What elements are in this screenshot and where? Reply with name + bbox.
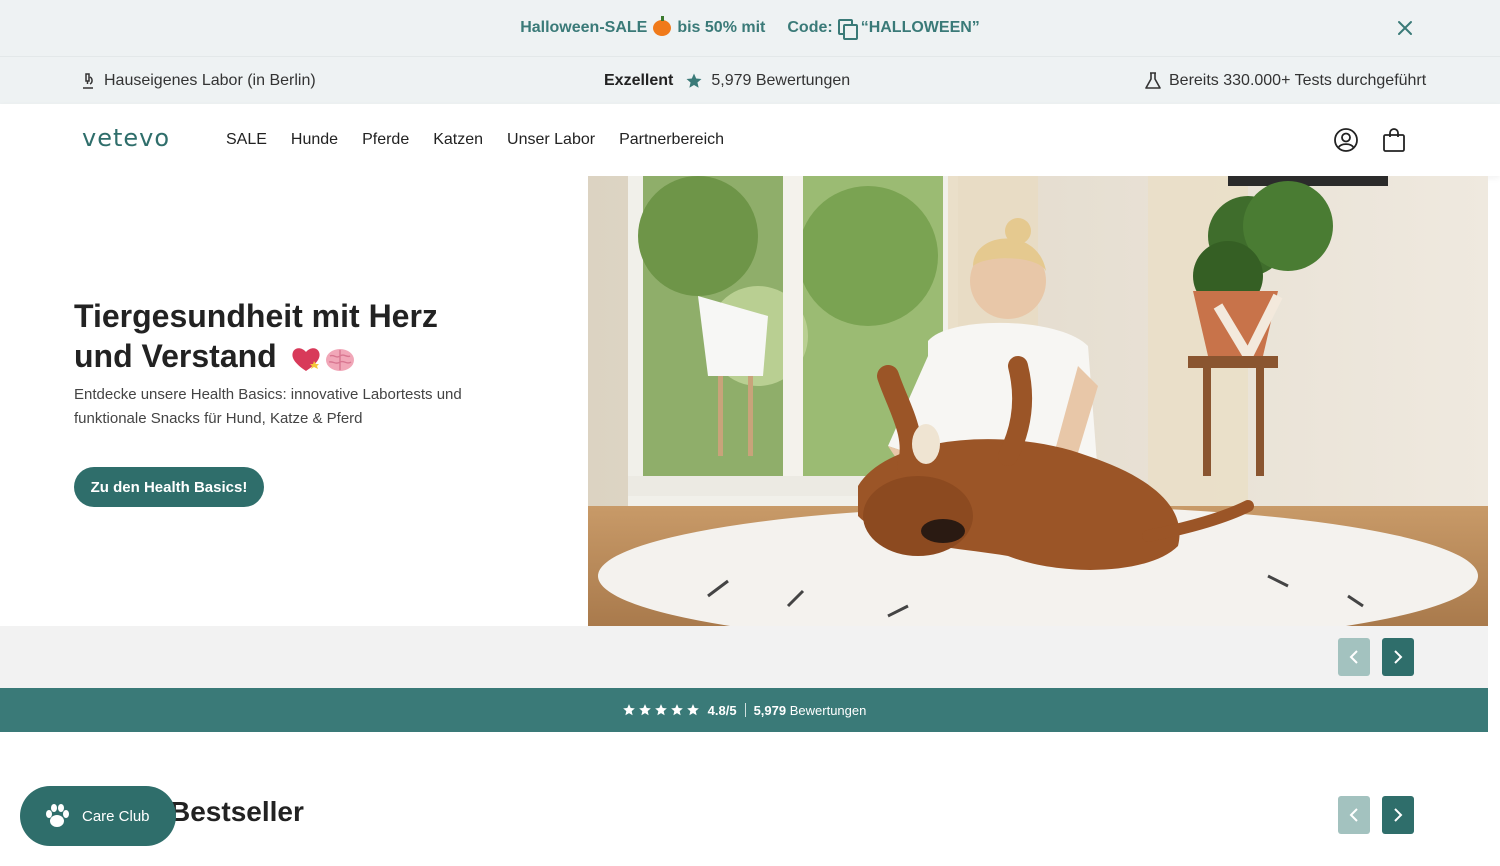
trust-lab-text: Hauseigenes Labor (in Berlin)	[104, 72, 316, 89]
rating-count: 5,979	[753, 702, 787, 718]
hero-prev-button[interactable]	[1338, 638, 1370, 676]
bestseller-next-button[interactable]	[1382, 796, 1414, 834]
star-icon	[638, 704, 651, 716]
hero-subtitle: Entdecke unsere Health Basics: innovativ…	[74, 386, 462, 427]
rating-strip[interactable]: 4.8/5 5,979 Bewertungen	[0, 688, 1488, 732]
rating-divider	[744, 703, 746, 717]
hero-next-button[interactable]	[1382, 638, 1414, 676]
promo-code-label: Code:	[787, 19, 833, 36]
close-icon[interactable]	[1393, 16, 1417, 40]
bestseller-title: Bestseller	[170, 796, 304, 827]
promo-sale-suffix: bis 50% mit	[677, 19, 766, 36]
star-icon	[670, 704, 683, 716]
trust-tests: Bereits 330.000+ Tests durchgeführt	[1145, 57, 1426, 105]
hero-title: Tiergesundheit mit Herz und Verstand	[74, 296, 474, 376]
copy-icon[interactable]	[837, 18, 858, 40]
promo-code-value: “HALLOWEEN”	[860, 19, 980, 36]
nav-item-partnerbereich[interactable]: Partnerbereich	[619, 131, 724, 149]
hero-section: Tiergesundheit mit Herz und Verstand Ent…	[0, 176, 1488, 626]
promo-sale-text: Halloween-SALE	[520, 19, 648, 36]
rating-count-label: Bewertungen	[789, 702, 867, 718]
rating-count-wrap: 5,979 Bewertungen	[754, 703, 867, 718]
page: Halloween-SALE bis 50% mit Code: “HALLOW…	[0, 0, 1500, 866]
site-header: vetevo SALE Hunde Pferde Katzen Unser La…	[0, 104, 1500, 176]
star-icon	[686, 704, 699, 716]
paw-icon	[46, 804, 69, 827]
account-icon[interactable]	[1333, 127, 1359, 153]
nav-item-unser-labor[interactable]: Unser Labor	[507, 131, 595, 149]
rating-stars	[622, 703, 700, 717]
nav-item-katzen[interactable]: Katzen	[433, 131, 483, 149]
care-club-button[interactable]: Care Club	[20, 786, 176, 846]
heart-brain-emoji-icon	[292, 347, 354, 371]
trust-rating[interactable]: Exzellent 5,979 Bewertungen	[604, 57, 850, 105]
chevron-left-icon	[1349, 650, 1358, 664]
trust-rating-count: 5,979 Bewertungen	[711, 72, 851, 89]
trust-tests-text: Bereits 330.000+ Tests durchgeführt	[1169, 72, 1427, 89]
flask-icon	[1145, 72, 1161, 89]
main-nav: SALE Hunde Pferde Katzen Unser Labor Par…	[226, 104, 724, 176]
hero-title-text: Tiergesundheit mit Herz und Verstand	[74, 298, 438, 374]
trust-rating-label: Exzellent	[604, 72, 674, 89]
bestseller-prev-button[interactable]	[1338, 796, 1370, 834]
star-icon	[622, 704, 635, 716]
trust-bar: Hauseigenes Labor (in Berlin) Exzellent …	[0, 56, 1500, 104]
nav-item-pferde[interactable]: Pferde	[362, 131, 409, 149]
star-icon	[686, 73, 702, 88]
hero-photo-illustration	[588, 176, 1488, 626]
shopping-bag-icon[interactable]	[1381, 127, 1407, 153]
hero-image	[588, 176, 1488, 626]
promo-text: Halloween-SALE bis 50% mit Code: “HALLOW…	[520, 16, 980, 40]
chevron-right-icon	[1394, 808, 1403, 822]
nav-item-hunde[interactable]: Hunde	[291, 131, 338, 149]
chevron-right-icon	[1394, 650, 1403, 664]
rating-score: 4.8/5	[707, 702, 737, 718]
trust-lab: Hauseigenes Labor (in Berlin)	[80, 57, 316, 105]
pumpkin-icon	[653, 16, 672, 36]
health-basics-button[interactable]: Zu den Health Basics!	[74, 467, 264, 507]
star-icon	[654, 704, 667, 716]
promo-bar: Halloween-SALE bis 50% mit Code: “HALLOW…	[0, 0, 1500, 56]
care-club-label: Care Club	[82, 807, 150, 825]
promo-code[interactable]: Code: “HALLOWEEN”	[787, 18, 980, 40]
chevron-left-icon	[1349, 808, 1358, 822]
logo[interactable]: vetevo	[82, 124, 170, 152]
hero-slider-controls	[0, 626, 1488, 688]
microscope-icon	[83, 73, 93, 89]
nav-item-sale[interactable]: SALE	[226, 131, 267, 149]
